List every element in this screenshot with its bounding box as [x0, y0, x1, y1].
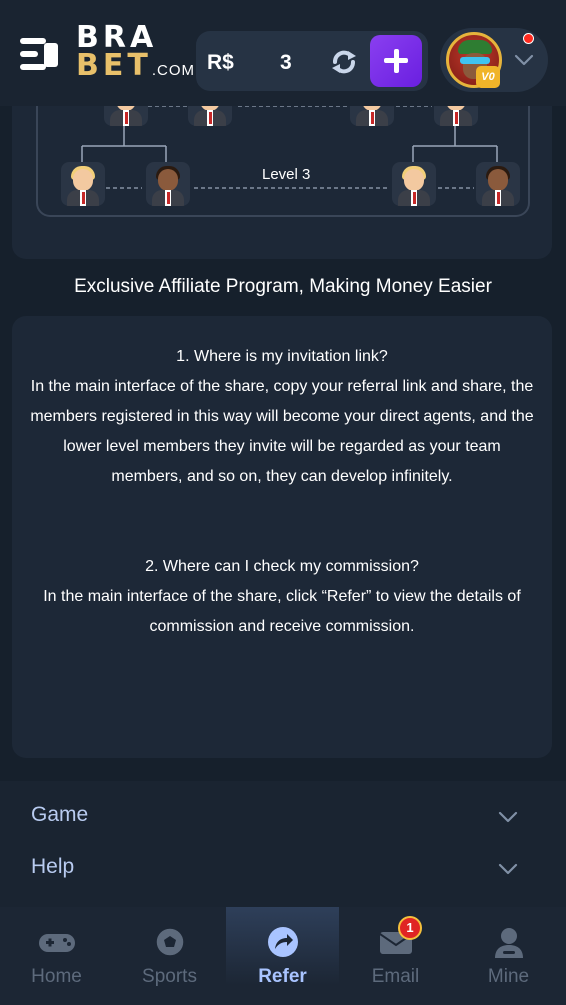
- nav-label: Sports: [142, 966, 197, 987]
- nav-label: Refer: [258, 966, 307, 987]
- team-member-avatar: [476, 162, 520, 206]
- chevron-down-icon[interactable]: [514, 50, 534, 70]
- nav-email[interactable]: Email: [339, 907, 452, 1005]
- faq-card: 1. Where is my invitation link? In the m…: [12, 316, 552, 758]
- deposit-button[interactable]: [370, 35, 422, 87]
- email-unread-badge: 1: [398, 916, 422, 940]
- team-member-avatar: [392, 162, 436, 206]
- faq-answer: In the main interface of the share, clic…: [43, 588, 521, 635]
- accordion-help[interactable]: Help: [0, 843, 566, 893]
- balance-panel: R$ 3: [196, 31, 428, 91]
- accordion-label: Help: [31, 855, 75, 878]
- user-icon: [495, 928, 523, 958]
- faq-question: 2. Where can I check my commission?: [145, 558, 419, 575]
- share-arrow-icon: [268, 927, 298, 957]
- refresh-icon[interactable]: [330, 49, 358, 75]
- logo-bottom-text: BET: [76, 48, 152, 83]
- chevron-down-icon: [498, 863, 518, 875]
- top-header: BRA BET.COM R$ 3 V0: [0, 0, 566, 106]
- balance-value: 3: [280, 51, 292, 74]
- nav-refer[interactable]: Refer: [226, 907, 339, 1005]
- team-tree-card: Level 3: [12, 80, 552, 259]
- logo-suffix: .COM: [151, 62, 195, 79]
- nav-mine[interactable]: Mine: [452, 907, 565, 1005]
- team-member-avatar: [146, 162, 190, 206]
- vip-badge: V0: [476, 66, 500, 88]
- nav-label: Home: [31, 966, 82, 987]
- faq-question: 1. Where is my invitation link?: [176, 348, 388, 365]
- accordion-label: Game: [31, 803, 89, 826]
- team-member-avatar: [61, 162, 105, 206]
- promo-title: Exclusive Affiliate Program, Making Mone…: [74, 276, 492, 297]
- footer-links: Game Help: [0, 781, 566, 911]
- chevron-down-icon: [498, 811, 518, 823]
- bottom-nav: Home Sports Refer Email Mine: [0, 907, 566, 1005]
- faq-item: 1. Where is my invitation link? In the m…: [30, 342, 534, 492]
- nav-label: Mine: [487, 966, 530, 987]
- notification-dot: [523, 33, 534, 44]
- faq-answer: In the main interface of the share, copy…: [30, 378, 534, 485]
- nav-label: Email: [371, 966, 420, 987]
- faq-item: 2. Where can I check my commission? In t…: [30, 552, 534, 642]
- menu-toggle-icon[interactable]: [20, 38, 60, 72]
- accordion-game[interactable]: Game: [0, 791, 566, 841]
- currency-label: R$: [207, 51, 234, 74]
- gamepad-icon: [39, 934, 75, 952]
- soccer-ball-icon: [155, 927, 185, 957]
- brand-logo[interactable]: BRA BET.COM: [76, 23, 195, 85]
- nav-sports[interactable]: Sports: [113, 907, 226, 1005]
- nav-home[interactable]: Home: [0, 907, 113, 1005]
- level-label: Level 3: [262, 166, 311, 183]
